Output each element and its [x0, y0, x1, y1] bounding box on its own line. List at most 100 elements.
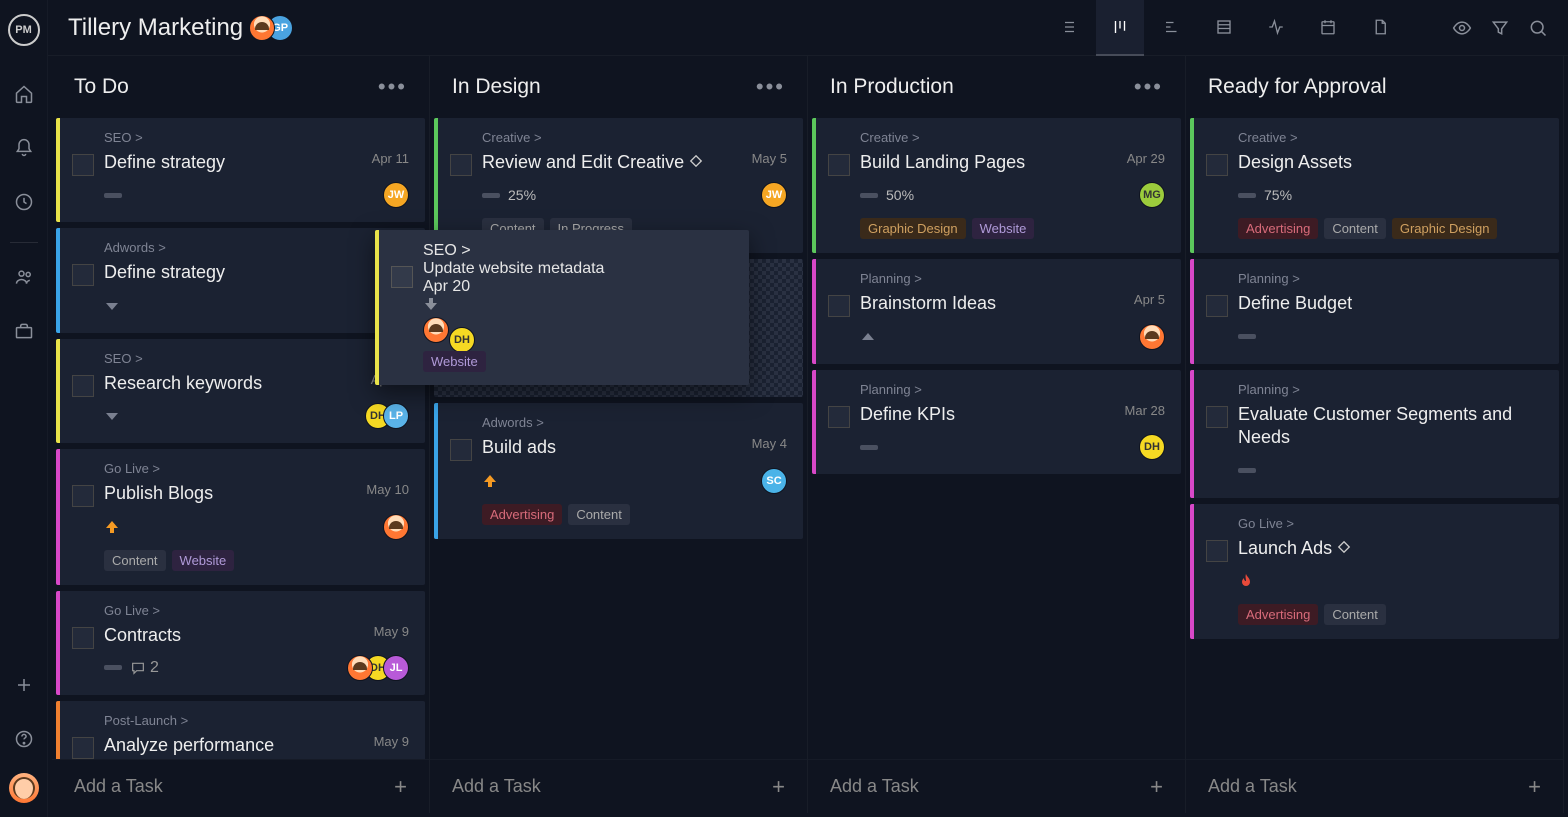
task-tags: Content Website	[104, 550, 409, 571]
people-icon[interactable]	[4, 257, 44, 297]
avatar	[347, 655, 373, 681]
assignee-avatars[interactable]: DHLP	[365, 403, 409, 429]
file-view-icon[interactable]	[1356, 0, 1404, 56]
task-card[interactable]: Planning >Brainstorm IdeasApr 5	[812, 259, 1181, 363]
task-card[interactable]: SEO >Define strategyApr 11JW	[56, 118, 425, 222]
assignee-avatars[interactable]: DH	[423, 317, 733, 353]
task-card[interactable]: Creative >Build Landing PagesApr 2950%MG…	[812, 118, 1181, 253]
activity-view-icon[interactable]	[1252, 0, 1300, 56]
tag[interactable]: Advertising	[482, 504, 562, 525]
task-checkbox[interactable]	[72, 627, 94, 649]
add-task-label: Add a Task	[1208, 776, 1297, 797]
task-checkbox[interactable]	[72, 264, 94, 286]
task-checkbox[interactable]	[391, 266, 413, 288]
tag[interactable]: Graphic Design	[1392, 218, 1498, 239]
task-checkbox[interactable]	[72, 485, 94, 507]
tag[interactable]: Content	[1324, 604, 1386, 625]
column-title: In Production	[830, 75, 954, 99]
task-card[interactable]: Post-Launch >Analyze performanceMay 9	[56, 701, 425, 759]
add-task-button[interactable]: Add a Task+	[808, 759, 1185, 813]
add-task-button[interactable]: Add a Task+	[52, 759, 429, 813]
project-members[interactable]: GP	[257, 15, 293, 41]
add-task-button[interactable]: Add a Task+	[430, 759, 807, 813]
progress-bar-icon	[1238, 334, 1256, 339]
list-view-icon[interactable]	[1044, 0, 1092, 56]
task-title: Define KPIs	[860, 403, 955, 426]
task-checkbox[interactable]	[72, 375, 94, 397]
sheet-view-icon[interactable]	[1200, 0, 1248, 56]
add-icon[interactable]	[4, 665, 44, 705]
task-checkbox[interactable]	[72, 154, 94, 176]
tag[interactable]: Content	[568, 504, 630, 525]
column-cards: Creative >Design Assets75%AdvertisingCon…	[1186, 118, 1563, 759]
task-tags: Advertising Content	[1238, 604, 1543, 625]
column-menu-icon[interactable]: •••	[378, 74, 407, 100]
view-tabs	[1044, 0, 1404, 56]
assignee-avatars[interactable]: JW	[761, 182, 787, 208]
filter-icon[interactable]	[1490, 18, 1510, 38]
current-user-avatar[interactable]	[9, 773, 39, 803]
dragging-card[interactable]: SEO > Update website metadata Apr 20 DH …	[375, 230, 749, 385]
task-card[interactable]: SEO >Research keywordsApr 13DHLP	[56, 339, 425, 443]
board-view-icon[interactable]	[1096, 0, 1144, 56]
board-column: Ready for ApprovalCreative >Design Asset…	[1186, 56, 1564, 813]
tag[interactable]: Content	[104, 550, 166, 571]
tag[interactable]: Website	[172, 550, 235, 571]
column-cards: Creative >Build Landing PagesApr 2950%MG…	[808, 118, 1185, 759]
task-card[interactable]: Planning >Define KPIsMar 28DH	[812, 370, 1181, 474]
column-menu-icon[interactable]: •••	[1134, 74, 1163, 100]
add-task-button[interactable]: Add a Task+	[1186, 759, 1563, 813]
task-card[interactable]: Go Live >Publish BlogsMay 10ContentWebsi…	[56, 449, 425, 584]
gantt-view-icon[interactable]	[1148, 0, 1196, 56]
task-breadcrumb: Planning >	[860, 271, 1165, 286]
task-card[interactable]: Adwords >Build adsMay 4SCAdvertisingCont…	[434, 403, 803, 538]
visibility-icon[interactable]	[1452, 18, 1472, 38]
tag[interactable]: Content	[1324, 218, 1386, 239]
task-checkbox[interactable]	[72, 737, 94, 759]
briefcase-icon[interactable]	[4, 311, 44, 351]
task-checkbox[interactable]	[450, 154, 472, 176]
task-title: Research keywords	[104, 372, 262, 395]
task-checkbox[interactable]	[1206, 406, 1228, 428]
task-card[interactable]: Creative >Design Assets75%AdvertisingCon…	[1190, 118, 1559, 253]
task-card[interactable]: Go Live >ContractsMay 92DHJL	[56, 591, 425, 695]
task-checkbox[interactable]	[1206, 295, 1228, 317]
tag[interactable]: Advertising	[1238, 218, 1318, 239]
task-breadcrumb: Go Live >	[104, 461, 409, 476]
comments-count[interactable]: 2	[130, 659, 159, 677]
calendar-view-icon[interactable]	[1304, 0, 1352, 56]
task-date: Apr 11	[372, 151, 409, 166]
tag[interactable]: Website	[423, 351, 486, 372]
priority-high-icon	[482, 473, 498, 489]
bell-icon[interactable]	[4, 128, 44, 168]
assignee-avatars[interactable]: MG	[1139, 182, 1165, 208]
task-checkbox[interactable]	[1206, 540, 1228, 562]
task-checkbox[interactable]	[828, 406, 850, 428]
assignee-avatars[interactable]: DH	[1139, 434, 1165, 460]
task-date: May 10	[366, 482, 409, 497]
assignee-avatars[interactable]	[1139, 324, 1165, 350]
tag[interactable]: Website	[972, 218, 1035, 239]
task-checkbox[interactable]	[828, 154, 850, 176]
task-card[interactable]: Adwords >Define strategy	[56, 228, 425, 332]
assignee-avatars[interactable]: DHJL	[347, 655, 409, 681]
task-checkbox[interactable]	[828, 295, 850, 317]
search-icon[interactable]	[1528, 18, 1548, 38]
assignee-avatars[interactable]: SC	[761, 468, 787, 494]
progress-bar-icon	[104, 193, 122, 198]
task-checkbox[interactable]	[450, 439, 472, 461]
task-card[interactable]: Go Live >Launch Ads AdvertisingContent	[1190, 504, 1559, 639]
help-icon[interactable]	[4, 719, 44, 759]
tag[interactable]: Advertising	[1238, 604, 1318, 625]
task-card[interactable]: Planning >Define Budget	[1190, 259, 1559, 363]
clock-icon[interactable]	[4, 182, 44, 222]
home-icon[interactable]	[4, 74, 44, 114]
task-checkbox[interactable]	[1206, 154, 1228, 176]
column-menu-icon[interactable]: •••	[756, 74, 785, 100]
assignee-avatars[interactable]	[383, 514, 409, 540]
tag[interactable]: Graphic Design	[860, 218, 966, 239]
app-logo[interactable]: PM	[8, 14, 40, 46]
priority-high-icon	[104, 519, 120, 535]
assignee-avatars[interactable]: JW	[383, 182, 409, 208]
task-card[interactable]: Planning >Evaluate Customer Segments and…	[1190, 370, 1559, 498]
